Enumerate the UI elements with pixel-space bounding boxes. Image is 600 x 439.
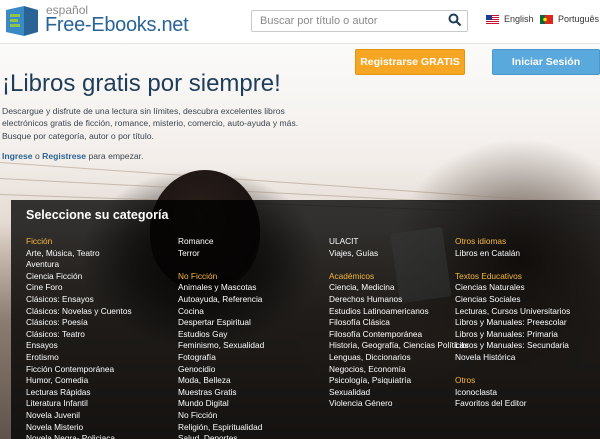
category-link[interactable]: Ficción Contemporánea	[26, 364, 132, 376]
site-header: español Free-Ebooks.net English Port	[0, 0, 600, 44]
category-link[interactable]: Genocidio	[178, 364, 264, 376]
logo-wordmark[interactable]: Free-Ebooks.net	[45, 14, 189, 37]
category-link[interactable]: Lenguas, Diccionarios	[329, 352, 469, 364]
category-spacer	[455, 364, 570, 376]
category-spacer	[329, 259, 469, 271]
category-link[interactable]: Aventura	[26, 259, 132, 271]
us-flag-icon	[486, 14, 499, 24]
category-link[interactable]: Libros y Manuales: Primaria	[455, 329, 570, 341]
category-panel: Seleccione su categoría Ficción Arte, Mús…	[11, 200, 600, 439]
category-link[interactable]: Romance	[178, 236, 264, 248]
category-link[interactable]: Cocina	[178, 306, 264, 318]
login-link[interactable]: Ingrese	[2, 151, 33, 161]
category-link[interactable]: Ciencia, Medicina	[329, 282, 469, 294]
category-link[interactable]: Moda, Belleza	[178, 375, 264, 387]
category-group-heading: No Ficción	[178, 270, 218, 281]
category-link[interactable]: Favoritos del Editor	[455, 398, 570, 410]
category-link[interactable]: Literatura Infantil	[26, 398, 132, 410]
category-group-heading: Otros	[455, 375, 476, 386]
hero-banner: Registrarse GRATIS Iniciar Sesión ¡Libro…	[0, 44, 600, 439]
register-free-button[interactable]: Registrarse GRATIS	[355, 49, 465, 75]
search-box	[251, 10, 468, 32]
login-separator: o	[32, 151, 43, 161]
language-portuguese[interactable]: Português	[540, 14, 599, 24]
category-link[interactable]: Derechos Humanos	[329, 294, 469, 306]
category-link[interactable]: Muestras Gratis	[178, 387, 264, 399]
category-link[interactable]: Filosofía Contemporánea	[329, 329, 469, 341]
category-column-4: Otros idiomas Libros en Catalán Textos Edu…	[455, 236, 570, 410]
category-link[interactable]: Libros y Manuales: Preescolar	[455, 317, 570, 329]
category-link[interactable]: Ciencias Naturales	[455, 282, 570, 294]
category-link[interactable]: Filosofía Clásica	[329, 317, 469, 329]
category-link[interactable]: Terror	[178, 248, 264, 260]
category-column-3: ULACIT Viajes, Guías Académicos Ciencia, Me…	[329, 236, 469, 410]
category-link[interactable]: Animales y Mascotas	[178, 282, 264, 294]
category-link[interactable]: Novela Histórica	[455, 352, 570, 364]
category-link[interactable]: Mundo Digital	[178, 398, 264, 410]
portugal-flag-icon	[540, 14, 553, 24]
category-group-heading: Ficción	[26, 236, 53, 246]
category-link[interactable]: Lecturas, Cursos Universitarios	[455, 306, 570, 318]
category-link[interactable]: Historia, Geografía, Ciencias Políticas	[329, 340, 469, 352]
category-group-heading: Textos Educativos	[455, 270, 522, 281]
category-heading: Seleccione su categoría	[26, 208, 169, 222]
category-link[interactable]: ULACIT	[329, 236, 469, 248]
category-link[interactable]: Libros y Manuales: Secundaria	[455, 340, 570, 352]
category-link[interactable]: Arte, Música, Teatro	[26, 248, 132, 260]
category-link[interactable]: Clásicos: Novelas y Cuentos	[26, 306, 132, 318]
language-english[interactable]: English	[486, 14, 534, 24]
category-link[interactable]: Humor, Comedia	[26, 375, 132, 387]
category-link[interactable]: Violencia Género	[329, 398, 469, 410]
category-link[interactable]: Iconoclasta	[455, 387, 570, 399]
search-input[interactable]	[252, 11, 440, 31]
search-icon	[448, 13, 462, 26]
hero-description: Descargue y disfrute de una lectura sin …	[2, 106, 299, 141]
category-column-2: Romance Terror No Ficción Animales y Mascot…	[178, 236, 264, 439]
category-link[interactable]: Cine Foro	[26, 282, 132, 294]
category-group-heading: Académicos	[329, 270, 375, 281]
category-link[interactable]: Libros en Catalán	[455, 248, 570, 260]
category-link[interactable]: Clásicos: Teatro	[26, 329, 132, 341]
category-link[interactable]: Viajes, Guías	[329, 248, 469, 260]
category-link[interactable]: Clásicos: Poesía	[26, 317, 132, 329]
category-link[interactable]: Novela Juvenil	[26, 410, 132, 422]
category-link[interactable]: Despertar Espiritual	[178, 317, 264, 329]
hero-login-prompt: Ingrese o Registrese para empezar.	[2, 151, 143, 161]
category-link[interactable]: Fotografía	[178, 352, 264, 364]
category-link[interactable]: Novela Negra- Policiaca	[26, 433, 132, 439]
category-link[interactable]: Psicología, Psiquiatría	[329, 375, 469, 387]
category-link[interactable]: Clásicos: Ensayos	[26, 294, 132, 306]
category-link[interactable]: Ensayos	[26, 340, 132, 352]
category-group-heading: Otros idiomas	[455, 236, 507, 246]
category-link[interactable]: Novela Misterio	[26, 422, 132, 434]
category-link[interactable]: Negocios, Economía	[329, 364, 469, 376]
category-link[interactable]: Ciencias Sociales	[455, 294, 570, 306]
category-link[interactable]: Lecturas Rápidas	[26, 387, 132, 399]
category-link[interactable]: Estudios Gay	[178, 329, 264, 341]
logo-icon[interactable]	[4, 4, 40, 38]
category-link[interactable]: Salud, Deportes	[178, 433, 264, 439]
language-portuguese-label: Português	[558, 14, 600, 24]
category-link[interactable]: Autoayuda, Referencia	[178, 294, 264, 306]
hero-title: ¡Libros gratis por siempre!	[2, 70, 281, 97]
category-spacer	[178, 259, 264, 271]
login-tail-text: para empezar.	[86, 151, 144, 161]
category-link[interactable]: Estudios Latinoamericanos	[329, 306, 469, 318]
language-english-label: English	[504, 14, 534, 24]
category-link[interactable]: Religión, Espiritualidad	[178, 422, 264, 434]
category-column-1: Ficción Arte, Música, Teatro Aventura Cienc…	[26, 236, 132, 439]
category-link[interactable]: Ciencia Ficción	[26, 271, 132, 283]
category-spacer	[455, 259, 570, 271]
register-link[interactable]: Registrese	[42, 151, 86, 161]
search-button[interactable]	[445, 12, 465, 30]
login-button[interactable]: Iniciar Sesión	[492, 49, 600, 75]
category-link[interactable]: No Ficción	[178, 410, 264, 422]
category-link[interactable]: Sexualidad	[329, 387, 469, 399]
category-link[interactable]: Erotismo	[26, 352, 132, 364]
category-link[interactable]: Feminismo, Sexualidad	[178, 340, 264, 352]
